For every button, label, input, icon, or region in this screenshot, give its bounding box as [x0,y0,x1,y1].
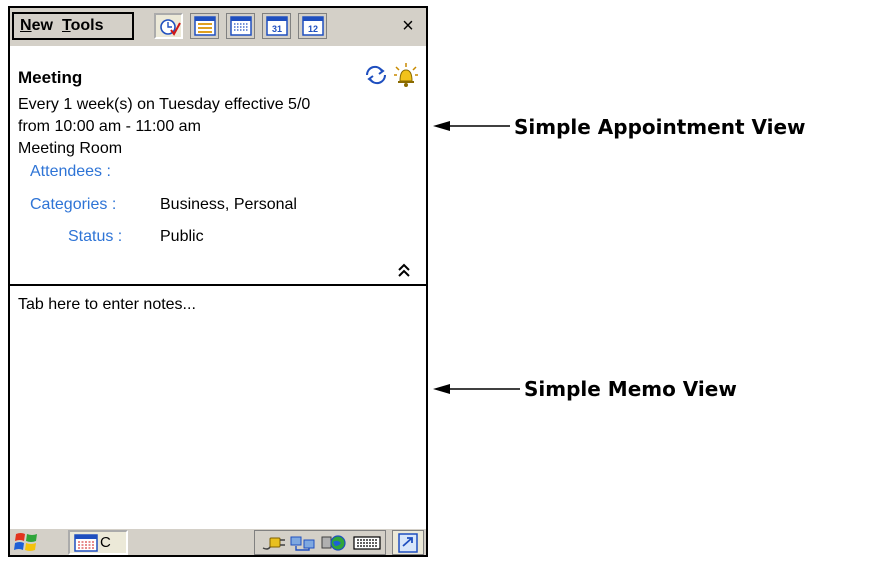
day-view-button[interactable] [190,13,219,39]
attendees-label[interactable]: Attendees : [30,163,111,181]
time-range: from 10:00 am - 11:00 am [18,118,201,135]
desktop-toggle-button[interactable] [392,530,424,555]
desktop-icon [398,533,418,553]
appointment-view: Meeting Every 1 week(s) on Tuesday effec… [10,46,426,284]
taskbar: C [10,528,426,555]
day-view-icon [194,16,216,36]
tools-menu[interactable]: Tools [62,17,103,35]
network-icon[interactable] [289,534,317,552]
status-label[interactable]: Status : [68,228,122,246]
calendar-task-icon [74,534,98,552]
year-view-icon: 12 [302,16,324,36]
month-icon-number: 31 [272,24,282,34]
recurring-icon [365,65,387,85]
command-bar: New Tools 31 12 × [10,8,426,47]
categories-label[interactable]: Categories : [30,196,116,214]
appointment-view-annotation: Simple Appointment View [514,115,806,139]
recurrence-text: Every 1 week(s) on Tuesday effective 5/0 [18,96,311,113]
memo-view-arrow [433,384,520,394]
appointment-view-arrow [433,121,510,131]
collapse-chevron-icon[interactable] [396,262,412,278]
power-plug-icon[interactable] [261,534,287,552]
start-button[interactable] [12,530,62,555]
calendar-task-button[interactable]: C [68,530,128,555]
categories-value: Business, Personal [160,196,297,213]
menu-group: New Tools [12,12,134,40]
pda-screen: New Tools 31 12 × Meeting Every 1 week(s… [8,6,428,557]
status-value: Public [160,228,204,245]
internet-globe-icon[interactable] [321,534,347,552]
task-button-label: C [100,534,111,551]
agenda-view-icon [160,19,181,36]
month-view-button[interactable]: 31 [262,13,291,39]
week-view-button[interactable] [226,13,255,39]
new-menu[interactable]: New [20,17,53,35]
week-view-icon [230,16,252,36]
memo-view-annotation: Simple Memo View [524,377,737,401]
appointment-title: Meeting [18,68,83,87]
month-view-icon: 31 [266,16,288,36]
memo-view[interactable]: Tab here to enter notes... [10,286,426,528]
close-button[interactable]: × [394,13,422,39]
reminder-alarm-icon [394,63,418,87]
system-tray [254,530,386,555]
keyboard-icon[interactable] [353,534,381,552]
agenda-view-button[interactable] [154,13,183,39]
location: Meeting Room [18,140,123,157]
year-icon-number: 12 [308,24,318,34]
notes-placeholder[interactable]: Tab here to enter notes... [18,296,196,314]
year-view-button[interactable]: 12 [298,13,327,39]
windows-flag-icon [14,533,37,551]
